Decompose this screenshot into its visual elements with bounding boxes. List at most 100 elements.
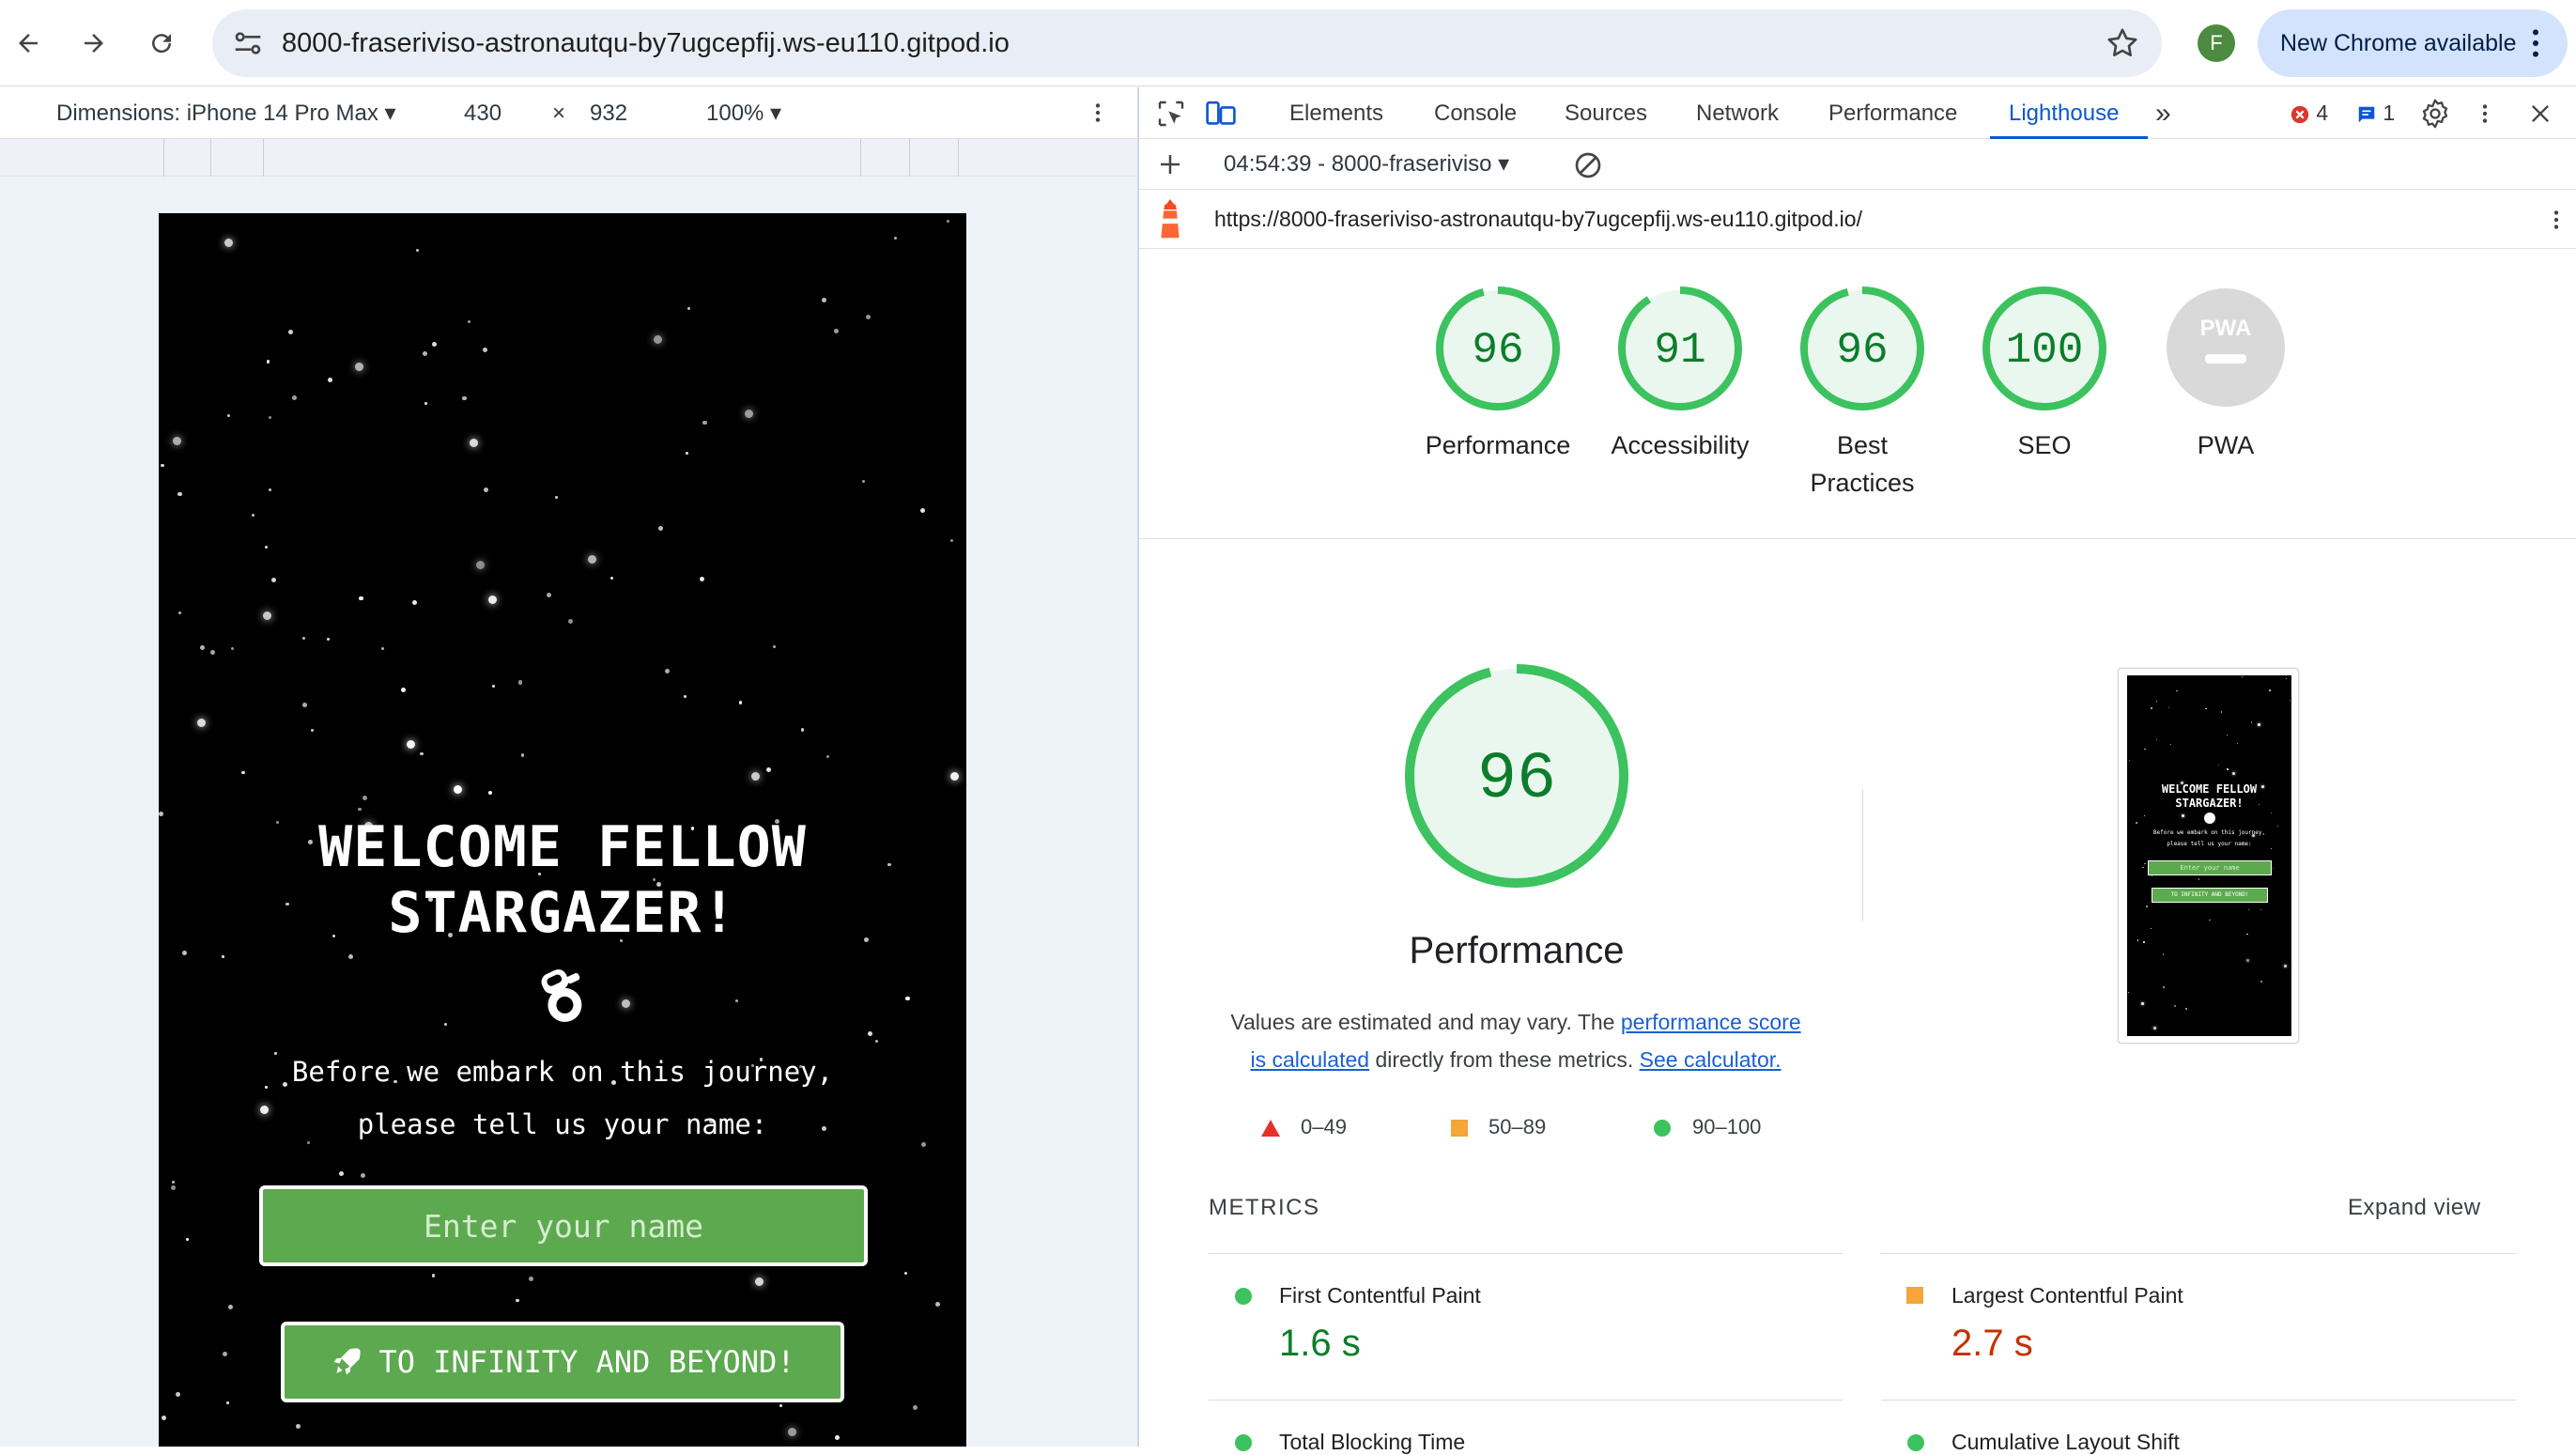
gauge-pwa[interactable]: PWA bbox=[2165, 286, 2287, 409]
inspect-element-icon[interactable] bbox=[1156, 99, 1186, 129]
device-select-label: Dimensions: iPhone 14 Pro Max bbox=[56, 101, 378, 126]
star bbox=[2162, 952, 2165, 955]
clear-reports-icon[interactable] bbox=[1573, 150, 1603, 180]
reload-button[interactable] bbox=[135, 17, 188, 70]
new-chrome-available-button[interactable]: New Chrome available bbox=[2258, 9, 2568, 77]
star bbox=[788, 1427, 797, 1436]
star bbox=[358, 807, 362, 811]
star bbox=[2151, 706, 2152, 709]
star bbox=[423, 351, 428, 357]
vertical-divider bbox=[1862, 789, 1863, 921]
star bbox=[2269, 689, 2271, 691]
new-chrome-label: New Chrome available bbox=[2280, 30, 2517, 56]
expand-view-toggle[interactable]: Expand view bbox=[2348, 1195, 2481, 1221]
welcome-heading-line1: WELCOME FELLOW bbox=[318, 814, 807, 880]
gauge-ring: 96 bbox=[1800, 286, 1924, 410]
star bbox=[400, 688, 406, 693]
gauge-seo[interactable]: 100 bbox=[1981, 285, 2108, 412]
device-select[interactable]: Dimensions: iPhone 14 Pro Max ▾ bbox=[56, 87, 396, 139]
star bbox=[654, 334, 663, 344]
device-more-icon[interactable] bbox=[1086, 101, 1110, 125]
thumbnail-prompt-line: please tell us your name: bbox=[2167, 841, 2252, 847]
star bbox=[380, 646, 384, 651]
report-select[interactable]: 04:54:39 - 8000-fraseriviso ▾ bbox=[1224, 139, 1509, 190]
tab-lighthouse[interactable]: Lighthouse bbox=[2009, 87, 2119, 139]
tab-elements[interactable]: Elements bbox=[1289, 87, 1383, 139]
back-button[interactable] bbox=[2, 17, 54, 70]
thumbnail-heading-line: WELCOME FELLOW bbox=[2161, 782, 2258, 796]
star bbox=[517, 680, 523, 686]
triangle-icon bbox=[1261, 1120, 1280, 1138]
star bbox=[412, 599, 417, 605]
name-prompt-line1: Before we embark on this journey, bbox=[291, 1056, 834, 1088]
performance-score-link[interactable]: performance score bbox=[1621, 1010, 1801, 1034]
forward-button[interactable] bbox=[68, 17, 120, 70]
desc-text: Values are estimated and may vary. The bbox=[1230, 1010, 1621, 1034]
report-url[interactable]: https://8000-fraseriviso-astronautqu-by7… bbox=[1214, 190, 1862, 249]
reload-icon bbox=[152, 34, 172, 54]
star bbox=[2286, 677, 2288, 679]
star bbox=[949, 771, 959, 781]
height-input[interactable]: 932 bbox=[590, 87, 627, 139]
star bbox=[2245, 958, 2249, 962]
star bbox=[2167, 707, 2169, 709]
gauge-best-practices[interactable]: 96 bbox=[1798, 285, 1926, 412]
tab-network[interactable]: Network bbox=[1696, 87, 1779, 139]
bookmark-star-icon[interactable] bbox=[2104, 24, 2141, 62]
star bbox=[516, 1298, 519, 1302]
arrow-left-icon bbox=[19, 34, 38, 53]
star bbox=[744, 409, 753, 418]
more-vert-icon[interactable] bbox=[2517, 24, 2554, 62]
star bbox=[171, 1185, 176, 1191]
star bbox=[2205, 707, 2207, 710]
final-screenshot-thumbnail[interactable]: WELCOME FELLOW STARGAZER! Before we emba… bbox=[2118, 668, 2299, 1044]
star bbox=[2250, 720, 2253, 723]
star bbox=[893, 237, 897, 240]
tab-sources[interactable]: Sources bbox=[1565, 87, 1647, 139]
settings-gear-icon[interactable] bbox=[2419, 98, 2451, 130]
lighthouse-logo-icon bbox=[1154, 199, 1186, 240]
see-calculator-link[interactable]: See calculator. bbox=[1640, 1047, 1782, 1072]
media-query-ruler[interactable] bbox=[0, 139, 1137, 177]
close-devtools-icon[interactable] bbox=[2527, 101, 2553, 127]
pwa-badge-text: PWA bbox=[2200, 316, 2252, 341]
gauge-accessibility[interactable]: 91 bbox=[1616, 285, 1744, 412]
launch-button[interactable]: TO INFINITY AND BEYOND! bbox=[281, 1322, 844, 1402]
profile-avatar[interactable]: F bbox=[2198, 24, 2235, 62]
zoom-select[interactable]: 100% ▾ bbox=[706, 87, 781, 139]
star bbox=[751, 771, 761, 781]
star bbox=[2144, 748, 2147, 751]
report-menu-icon[interactable] bbox=[2544, 207, 2568, 233]
gauge-performance[interactable]: 96 bbox=[1434, 285, 1562, 412]
star bbox=[339, 1171, 345, 1177]
is-calculated-link[interactable]: is calculated bbox=[1250, 1047, 1369, 1072]
star bbox=[2232, 771, 2236, 775]
devtools-more-icon[interactable] bbox=[2473, 101, 2497, 127]
address-bar[interactable]: 8000-fraseriviso-astronautqu-by7ugcepfij… bbox=[212, 9, 2162, 77]
gauge-ring: 100 bbox=[1982, 286, 2106, 410]
star bbox=[431, 342, 437, 347]
star bbox=[2127, 992, 2130, 994]
url-text[interactable]: 8000-fraseriviso-astronautqu-by7ugcepfij… bbox=[282, 9, 1010, 77]
performance-title: Performance bbox=[1409, 930, 1625, 971]
message-count-badge[interactable]: 1 bbox=[2356, 87, 2395, 139]
star bbox=[224, 239, 233, 248]
star bbox=[904, 1271, 908, 1276]
star bbox=[700, 576, 705, 581]
new-report-icon[interactable] bbox=[1156, 150, 1184, 178]
device-toggle-icon[interactable] bbox=[1205, 99, 1237, 129]
site-info-icon[interactable] bbox=[229, 24, 267, 62]
tab-console[interactable]: Console bbox=[1434, 87, 1517, 139]
legend-fail-label: 0–49 bbox=[1301, 1115, 1347, 1138]
devtools-divider[interactable] bbox=[1137, 87, 1139, 1447]
star bbox=[223, 1351, 228, 1356]
star bbox=[738, 701, 742, 704]
gauge-label-line: Accessibility bbox=[1611, 431, 1750, 459]
star bbox=[172, 1180, 176, 1184]
name-input[interactable] bbox=[259, 1185, 868, 1266]
tab-performance[interactable]: Performance bbox=[1828, 87, 1957, 139]
more-tabs-icon[interactable]: » bbox=[2155, 87, 2171, 139]
width-input[interactable]: 430 bbox=[464, 87, 501, 139]
error-count-badge[interactable]: 4 bbox=[2290, 87, 2328, 139]
dimension-separator: × bbox=[552, 101, 566, 126]
